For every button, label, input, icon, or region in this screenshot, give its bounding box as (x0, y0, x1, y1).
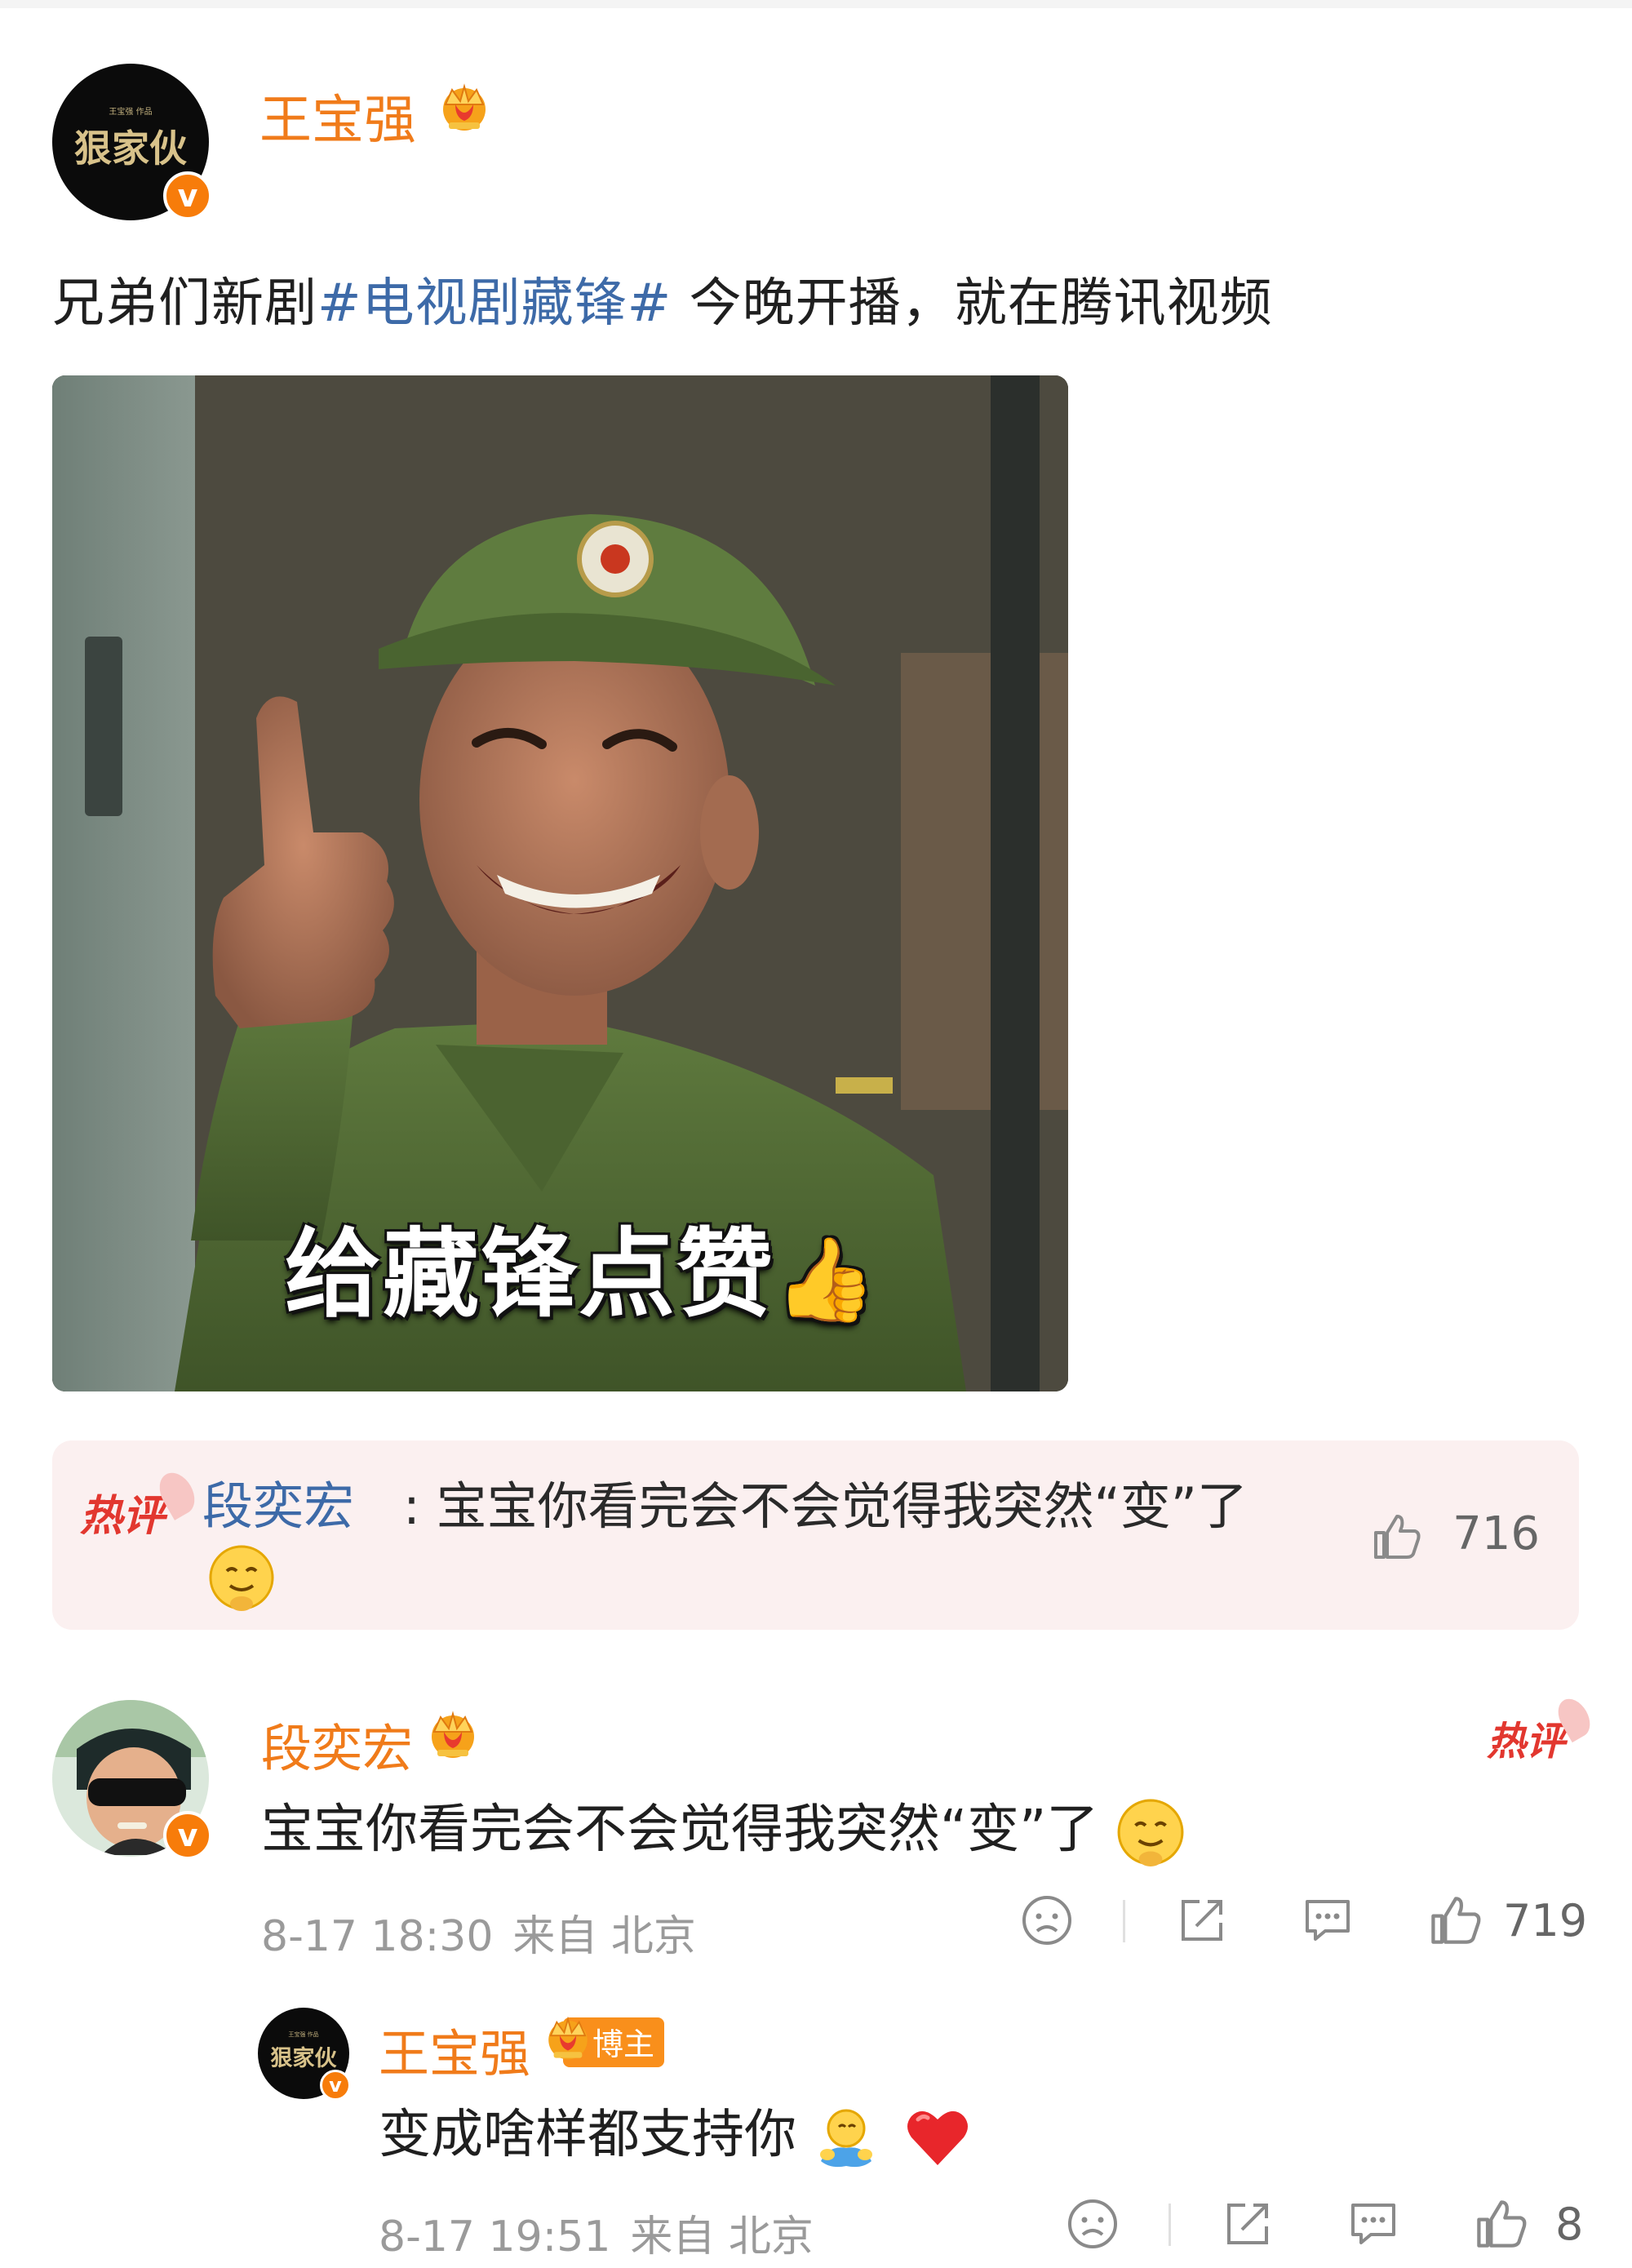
reply-source: 来自 北京 (630, 2213, 814, 2261)
reply-actions: 8 (1066, 2197, 1621, 2262)
commenter-avatar[interactable]: v (52, 1700, 212, 1860)
like-icon[interactable] (1428, 1893, 1482, 1947)
grin-emoji-icon (209, 1545, 274, 1611)
verified-v-icon: v (163, 171, 212, 220)
post-author-avatar[interactable]: 王宝强 作品 狠家伙 v (52, 64, 212, 220)
comment-meta: 8-17 18:30 来自 北京 (261, 1902, 696, 1963)
hot-comment-preview[interactable]: 热评 段奕宏 : 宝宝你看完会不会觉得我突然“变”了 716 (52, 1440, 1579, 1630)
comment-author-name[interactable]: 段奕宏 (261, 1707, 413, 1781)
post-text-after: 今晚开播，就在腾讯视频 (672, 273, 1273, 334)
heart-icon (907, 2111, 968, 2166)
crown-icon (443, 83, 486, 131)
avatar-logo-text: 狠家伙 (74, 126, 187, 171)
meme-caption: 给藏锋点赞👍 (285, 1218, 878, 1330)
grin-emoji-icon (1117, 1799, 1184, 1867)
like-icon[interactable] (1474, 2197, 1528, 2251)
like-icon (1374, 1514, 1421, 1559)
comment-like-count: 719 (1503, 1895, 1588, 1946)
share-icon[interactable] (1221, 2197, 1275, 2251)
action-divider (1169, 2204, 1171, 2246)
crown-icon (548, 2016, 588, 2060)
post-image[interactable]: 给藏锋点赞👍 (52, 375, 1068, 1391)
hashtag-link[interactable]: #电视剧藏锋# (317, 273, 672, 334)
comment-actions: 719 (1020, 1893, 1591, 1959)
post-author-name[interactable]: 王宝强 (259, 78, 416, 153)
reply-time: 8-17 19:51 (379, 2213, 611, 2261)
verified-v-icon: v (320, 2070, 351, 2101)
comment-body: 宝宝你看完会不会觉得我突然“变”了 (261, 1787, 1186, 1867)
hot-comment-author[interactable]: 段奕宏 (202, 1465, 354, 1538)
verified-v-icon: v (163, 1811, 212, 1860)
hot-comment-tag: 热评 (80, 1467, 202, 1542)
top-separator (0, 0, 1632, 8)
avatar-logo-text: 狠家伙 (270, 2046, 337, 2071)
reply-like-count: 8 (1555, 2199, 1584, 2250)
reply-meta: 8-17 19:51 来自 北京 (379, 2202, 814, 2263)
sad-face-icon[interactable] (1066, 2197, 1120, 2251)
reply-author-name[interactable]: 王宝强 (379, 2013, 530, 2086)
share-icon[interactable] (1175, 1893, 1229, 1947)
reply-body: 变成啥样都支持你 (379, 2093, 972, 2171)
thumbs-up-emoji-icon: 👍 (774, 1232, 878, 1327)
post-text-before: 兄弟们新剧 (52, 273, 317, 334)
hot-comment-like-button[interactable]: 716 (1371, 1507, 1540, 1562)
action-divider (1123, 1900, 1125, 1942)
post-body-text: 兄弟们新剧#电视剧藏锋# 今晚开播，就在腾讯视频 (52, 261, 1273, 336)
reply-author-avatar[interactable]: 王宝强 作品 狠家伙 v (258, 2008, 351, 2101)
hug-emoji-icon (820, 2109, 873, 2168)
hot-comment-like-count: 716 (1452, 1507, 1540, 1560)
comment-time: 8-17 18:30 (261, 1912, 494, 1961)
crown-icon (432, 1711, 474, 1758)
sad-face-icon[interactable] (1020, 1893, 1074, 1947)
comment-icon[interactable] (1301, 1893, 1355, 1947)
comment-icon[interactable] (1346, 2197, 1400, 2251)
comment-source: 来自 北京 (512, 1912, 696, 1961)
hot-comment-text: : 宝宝你看完会不会觉得我突然“变”了 (403, 1476, 1248, 1536)
comment-hot-tag: 热评 (1487, 1693, 1597, 1766)
